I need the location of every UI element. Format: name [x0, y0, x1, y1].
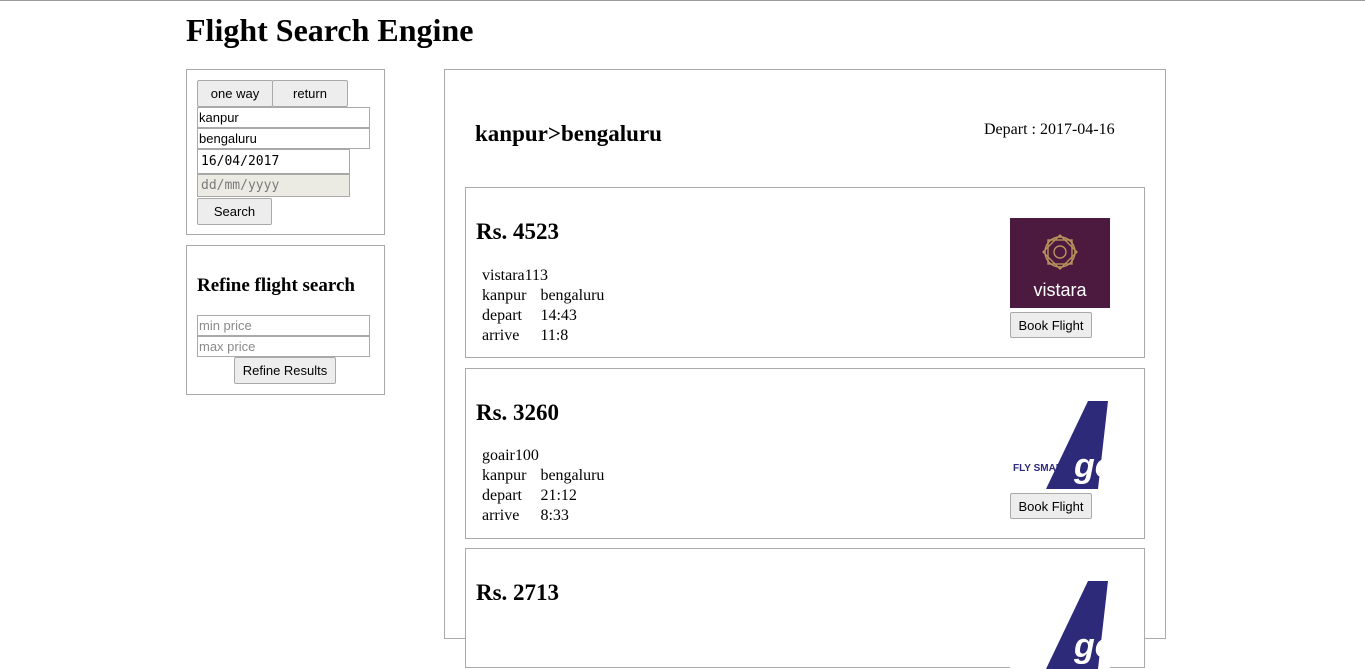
flight-arrive-time: 11:8 [540, 327, 569, 344]
goair-logo-icon: go [1010, 579, 1110, 669]
flight-from: kanpur [482, 287, 527, 304]
goair-logo: go FLY SMART [1010, 399, 1110, 489]
flight-price: Rs. 3260 [476, 400, 560, 425]
flight-code: goair100 [482, 447, 539, 464]
flight-depart-time: 14:43 [540, 307, 577, 324]
flight-depart-row: depart 21:12 [482, 486, 618, 506]
refine-title: Refine flight search [197, 275, 355, 296]
route-title: kanpur>bengaluru [475, 121, 662, 146]
results-panel: kanpur>bengaluru Depart : 2017-04-16 Rs.… [444, 69, 1166, 669]
depart-date-label: Depart : 2017-04-16 [984, 121, 1115, 138]
flight-arrive-row: arrive 11:8 [482, 326, 618, 346]
flight-route-row: kanpur bengaluru [482, 466, 618, 486]
flight-price: Rs. 4523 [476, 219, 560, 244]
search-button[interactable]: Search [197, 198, 272, 225]
flight-arrive-row: arrive 8:33 [482, 506, 618, 526]
flight-card: Rs. 2713 go [465, 548, 1145, 669]
search-panel: one way return kanpur bengaluru 16/04/20… [186, 69, 385, 235]
page-title: Flight Search Engine [186, 12, 474, 48]
goair-logo-text: FLY SMART [1013, 463, 1069, 474]
flight-arrive-label: arrive [482, 507, 520, 524]
flight-from: kanpur [482, 467, 527, 484]
flight-card: Rs. 4523 vistara113 kanpur bengaluru dep… [465, 187, 1145, 358]
flight-to: bengaluru [540, 287, 605, 304]
vistara-logo-icon: vistara [1010, 218, 1110, 308]
max-price-input[interactable]: max price [197, 336, 370, 357]
goair-logo-icon: go FLY SMART [1010, 399, 1110, 489]
depart-date-input[interactable]: 16/04/2017 [197, 149, 350, 174]
flight-route-row: kanpur bengaluru [482, 286, 618, 306]
flight-arrive-time: 8:33 [540, 507, 569, 524]
origin-input[interactable]: kanpur [197, 107, 370, 128]
flight-details: kanpur bengaluru depart 21:12 arrive 8:3… [482, 466, 618, 526]
top-border [0, 0, 1365, 1]
flight-arrive-label: arrive [482, 327, 520, 344]
refine-results-button[interactable]: Refine Results [234, 357, 336, 384]
flight-code: vistara113 [482, 267, 549, 284]
one-way-button[interactable]: one way [197, 80, 273, 107]
svg-text:go: go [1073, 447, 1110, 485]
refine-panel: Refine flight search min price max price… [186, 245, 385, 395]
flight-details: kanpur bengaluru depart 14:43 arrive 11:… [482, 286, 618, 346]
vistara-logo: vistara [1010, 218, 1110, 308]
return-date-input[interactable]: dd/mm/yyyy [197, 174, 350, 197]
vistara-logo-text: vistara [1033, 280, 1087, 300]
return-button[interactable]: return [272, 80, 348, 107]
flight-depart-label: depart [482, 307, 522, 324]
svg-text:go: go [1073, 627, 1110, 665]
flight-info: vistara113 kanpur bengaluru depart 14:43… [482, 266, 618, 346]
goair-logo: go [1010, 579, 1110, 669]
destination-input[interactable]: bengaluru [197, 128, 370, 149]
book-flight-button[interactable]: Book Flight [1010, 493, 1092, 519]
flight-depart-time: 21:12 [540, 487, 577, 504]
book-flight-button[interactable]: Book Flight [1010, 312, 1092, 338]
flight-card: Rs. 3260 goair100 kanpur bengaluru depar… [465, 368, 1145, 539]
flight-price: Rs. 2713 [476, 580, 560, 605]
flight-depart-row: depart 14:43 [482, 306, 618, 326]
flight-to: bengaluru [540, 467, 605, 484]
flight-info: goair100 kanpur bengaluru depart 21:12 a… [482, 446, 618, 526]
flight-depart-label: depart [482, 487, 522, 504]
min-price-input[interactable]: min price [197, 315, 370, 336]
